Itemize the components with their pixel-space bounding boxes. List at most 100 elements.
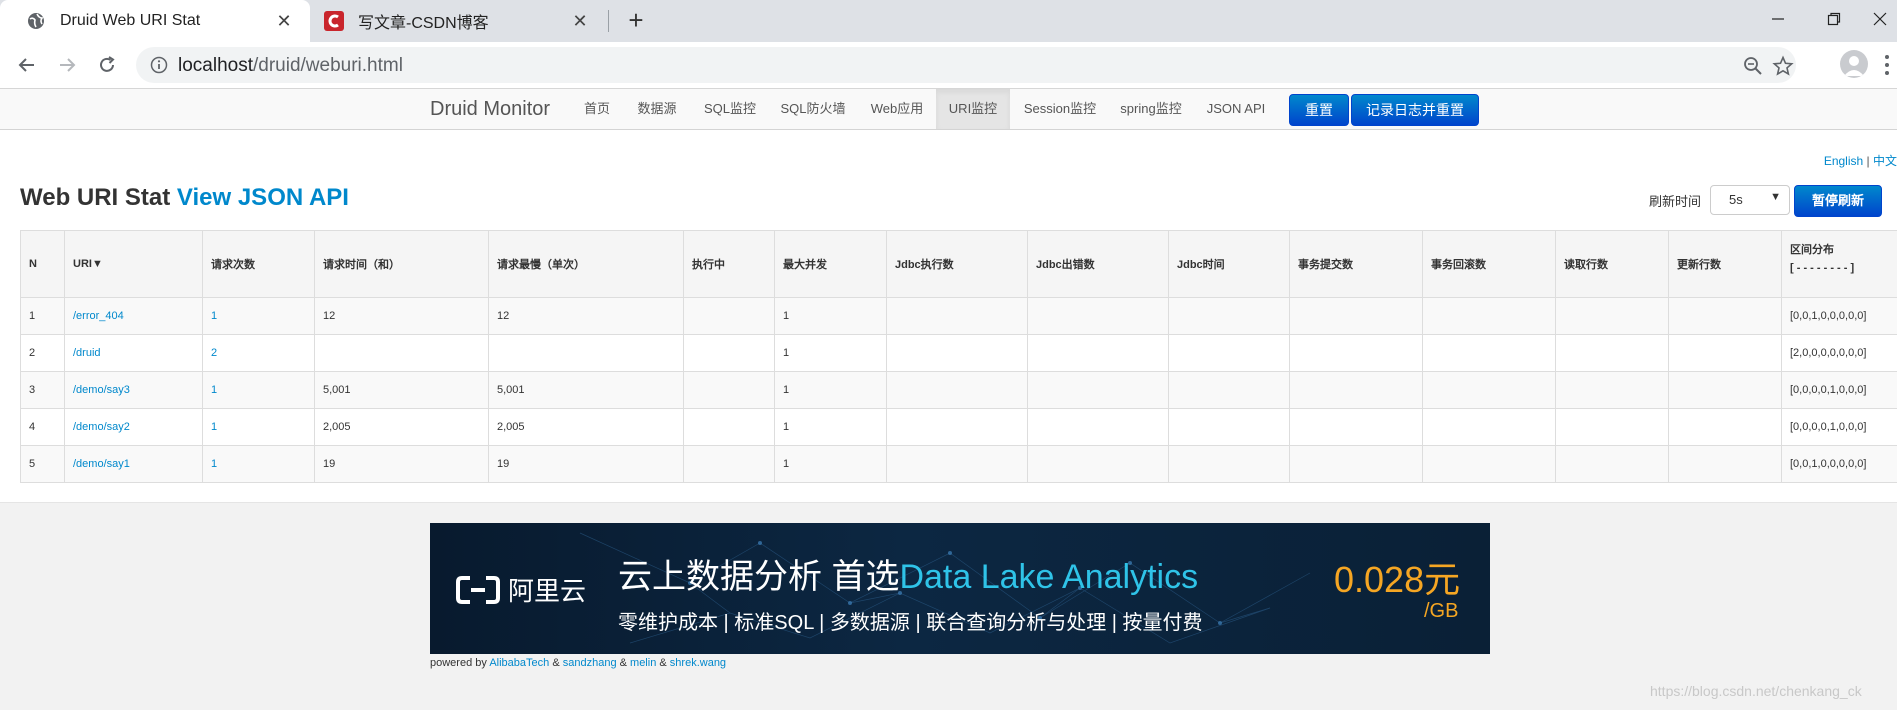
nav-sql-monitor[interactable]: SQL监控	[696, 89, 764, 129]
requests-link[interactable]: 1	[211, 421, 217, 433]
tab-druid-web-uri-stat[interactable]: Druid Web URI Stat ✕	[0, 0, 310, 42]
cell-tx-commit	[1289, 408, 1423, 446]
table-row: 4/demo/say2 1 2,005 2,005 1 [0,0,0,0,1,0,0,0]	[20, 408, 1897, 446]
cell-rows-read	[1555, 371, 1669, 409]
lang-english[interactable]: English	[1824, 154, 1863, 168]
nav-spring-monitor[interactable]: spring监控	[1114, 89, 1188, 129]
back-button[interactable]	[12, 50, 42, 80]
cell-uri: /demo/say2	[64, 408, 203, 446]
uri-link[interactable]: /error_404	[73, 310, 124, 322]
credit-sandzhang[interactable]: sandzhang	[563, 657, 617, 669]
col-rows-read[interactable]: 读取行数	[1555, 230, 1669, 298]
col-running[interactable]: 执行中	[683, 230, 775, 298]
close-icon[interactable]: ✕	[568, 9, 592, 33]
restore-button[interactable]	[1806, 0, 1862, 38]
amp: &	[659, 657, 667, 669]
nav-session-monitor[interactable]: Session监控	[1018, 89, 1102, 129]
nav-uri-monitor[interactable]: URI监控	[936, 89, 1010, 129]
new-tab-button[interactable]: +	[620, 7, 652, 34]
col-time-sum[interactable]: 请求时间（和）	[314, 230, 489, 298]
pause-refresh-button[interactable]: 暂停刷新	[1794, 185, 1882, 217]
col-histogram[interactable]: 区间分布 [ - - - - - - - - ]	[1781, 230, 1897, 298]
uri-link[interactable]: /demo/say3	[73, 384, 130, 396]
banner-price: 0.028元	[1334, 559, 1461, 600]
table-row: 1/error_404 1 12 12 1 [0,0,1,0,0,0,0,0]	[20, 297, 1897, 335]
uri-link[interactable]: /druid	[73, 347, 101, 359]
col-jdbc-exec[interactable]: Jdbc执行数	[886, 230, 1028, 298]
credit-alibabatech[interactable]: AlibabaTech	[489, 657, 549, 669]
cell-requests: 1	[202, 408, 315, 446]
powered-by-label: powered by	[430, 657, 487, 669]
requests-link[interactable]: 1	[211, 384, 217, 396]
tab-csdn[interactable]: 写文章-CSDN博客 ✕	[318, 0, 606, 42]
histogram-title: 区间分布	[1790, 244, 1834, 256]
nav-json-api[interactable]: JSON API	[1200, 89, 1272, 129]
reset-button[interactable]: 重置	[1289, 94, 1349, 126]
reload-button[interactable]	[92, 50, 122, 80]
menu-icon[interactable]	[1884, 54, 1890, 76]
col-uri[interactable]: URI▼	[64, 230, 203, 298]
cell-uri: /error_404	[64, 297, 203, 335]
info-icon[interactable]	[150, 56, 168, 74]
col-jdbc-time[interactable]: Jdbc时间	[1168, 230, 1290, 298]
col-jdbc-error[interactable]: Jdbc出错数	[1027, 230, 1169, 298]
nav-web-app[interactable]: Web应用	[862, 89, 932, 129]
close-icon[interactable]: ✕	[272, 9, 296, 33]
lang-separator: |	[1866, 154, 1870, 168]
star-icon[interactable]	[1772, 55, 1794, 77]
cell-slowest: 12	[488, 297, 684, 335]
log-and-reset-button[interactable]: 记录日志并重置	[1351, 94, 1479, 126]
forward-button[interactable]	[52, 50, 82, 80]
cell-uri: /demo/say1	[64, 445, 203, 483]
requests-link[interactable]: 1	[211, 458, 217, 470]
cell-histogram: [2,0,0,0,0,0,0,0]	[1781, 334, 1897, 372]
col-tx-rollback[interactable]: 事务回滚数	[1422, 230, 1556, 298]
cell-rows-read	[1555, 408, 1669, 446]
cell-jdbc-time	[1168, 408, 1290, 446]
nav-datasource[interactable]: 数据源	[628, 89, 686, 129]
zoom-icon[interactable]	[1742, 55, 1764, 77]
banner-subline: 零维护成本 | 标准SQL | 多数据源 | 联合查询分析与处理 | 按量付费	[618, 612, 1203, 634]
table-row: 3/demo/say3 1 5,001 5,001 1 [0,0,0,0,1,0,0,0]	[20, 371, 1897, 409]
cell-n: 3	[20, 371, 65, 409]
refresh-interval-value: 5s	[1729, 192, 1743, 207]
col-max-concurrent[interactable]: 最大并发	[774, 230, 887, 298]
lang-chinese[interactable]: 中文	[1873, 154, 1897, 168]
view-json-api-link[interactable]: View JSON API	[177, 184, 349, 211]
caret-down-icon: ▼	[1770, 191, 1781, 203]
cell-max-concurrent: 1	[774, 445, 887, 483]
cell-max-concurrent: 1	[774, 408, 887, 446]
cell-n: 1	[20, 297, 65, 335]
cell-tx-rollback	[1422, 408, 1556, 446]
col-requests[interactable]: 请求次数	[202, 230, 315, 298]
col-n[interactable]: N	[20, 230, 65, 298]
cell-running	[683, 334, 775, 372]
tab-title: Druid Web URI Stat	[60, 12, 201, 29]
col-slowest[interactable]: 请求最慢（单次）	[488, 230, 684, 298]
aliyun-ad-banner[interactable]: 阿里云 云上数据分析 首选Data Lake Analytics 零维护成本 |…	[430, 523, 1490, 654]
close-window-button[interactable]	[1862, 0, 1897, 38]
requests-link[interactable]: 2	[211, 347, 217, 359]
cell-time-sum: 19	[314, 445, 489, 483]
col-tx-commit[interactable]: 事务提交数	[1289, 230, 1423, 298]
nav-sql-firewall[interactable]: SQL防火墙	[776, 89, 850, 129]
cell-running	[683, 445, 775, 483]
avatar[interactable]	[1840, 50, 1868, 78]
cell-histogram: [0,0,1,0,0,0,0,0]	[1781, 445, 1897, 483]
brand[interactable]: Druid Monitor	[430, 98, 550, 121]
credit-melin[interactable]: melin	[630, 657, 656, 669]
nav-home[interactable]: 首页	[574, 89, 620, 129]
reload-icon	[100, 56, 115, 72]
minimize-button[interactable]	[1750, 0, 1806, 38]
browser-toolbar: localhost/druid/weburi.html	[0, 42, 1897, 89]
refresh-interval-select[interactable]: 5s ▼	[1710, 185, 1790, 215]
col-rows-updated[interactable]: 更新行数	[1668, 230, 1782, 298]
credit-shrek-wang[interactable]: shrek.wang	[670, 657, 726, 669]
requests-link[interactable]: 1	[211, 310, 217, 322]
cell-time-sum	[314, 334, 489, 372]
address-bar[interactable]: localhost/druid/weburi.html	[136, 47, 1796, 83]
uri-link[interactable]: /demo/say1	[73, 458, 130, 470]
cell-time-sum: 12	[314, 297, 489, 335]
uri-link[interactable]: /demo/say2	[73, 421, 130, 433]
powered-by: powered by AlibabaTech & sandzhang & mel…	[430, 657, 726, 669]
